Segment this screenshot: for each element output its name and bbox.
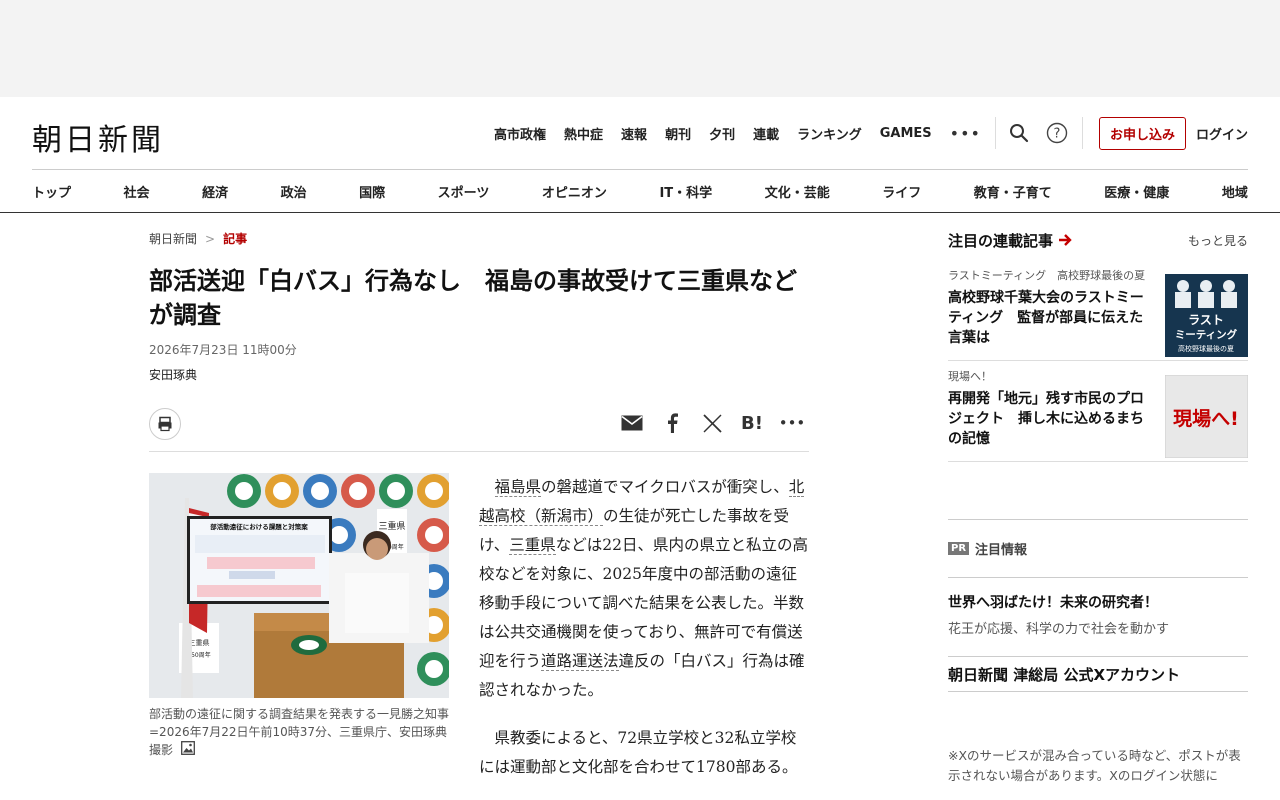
nav-education[interactable]: 教育・子育て bbox=[974, 182, 1052, 201]
rail-item-tag: 現場へ！ bbox=[948, 370, 992, 383]
facebook-icon[interactable] bbox=[661, 412, 683, 434]
x-twitter-icon[interactable] bbox=[701, 412, 723, 434]
util-link-takaichi[interactable]: 高市政権 bbox=[494, 124, 546, 143]
publish-date: 2026年7月23日 11時00分 bbox=[149, 343, 297, 357]
ad-banner-area bbox=[0, 0, 1280, 97]
nav-it-science[interactable]: IT・科学 bbox=[659, 182, 712, 201]
author-byline[interactable]: 安田琢典 bbox=[149, 366, 197, 383]
util-link-morning[interactable]: 朝刊 bbox=[665, 124, 691, 143]
rail-item-tag: ラストミーティング 高校野球最後の夏 bbox=[948, 269, 1146, 282]
util-link-ranking[interactable]: ランキング bbox=[797, 124, 862, 143]
svg-text:部活動遠征における課題と対策案: 部活動遠征における課題と対策案 bbox=[210, 522, 308, 531]
pr-header: PR 注目情報 bbox=[948, 519, 1248, 577]
paragraph-1: 福島県の磐越道でマイクロバスが衝突し、北越高校（新潟市）の生徒が死亡した事故を受… bbox=[479, 478, 808, 699]
util-link-games[interactable]: GAMES bbox=[880, 126, 932, 141]
divider bbox=[994, 117, 996, 149]
share-icons: B! ••• bbox=[603, 412, 806, 434]
rail-item-thumbnail[interactable]: ラスト ミーティング 高校野球最後の夏 bbox=[1165, 274, 1248, 357]
arrow-right-icon bbox=[1059, 234, 1072, 246]
breadcrumb: 朝日新聞 > 記事 bbox=[149, 230, 247, 247]
article-photo[interactable]: 三重県 150周年 三重県 150周年 部活動遠征における課題と対策案 bbox=[149, 473, 449, 698]
svg-text:現場へ!: 現場へ! bbox=[1173, 408, 1239, 430]
breadcrumb-home[interactable]: 朝日新聞 bbox=[149, 230, 197, 247]
pr-block: PR 注目情報 世界へ羽ばたけ！未来の研究者！ 花王が応援、科学の力で社会を動か… bbox=[948, 519, 1248, 786]
nav-economy[interactable]: 経済 bbox=[202, 182, 228, 201]
x-account-heading[interactable]: 朝日新聞 津総局 公式Xアカウント bbox=[948, 656, 1248, 692]
svg-text:?: ? bbox=[1054, 127, 1061, 142]
util-link-breaking[interactable]: 速報 bbox=[621, 124, 647, 143]
pr-item-subtitle: 花王が応援、科学の力で社会を動かす bbox=[948, 622, 1170, 637]
nav-culture[interactable]: 文化・芸能 bbox=[765, 182, 830, 201]
rail-title[interactable]: 注目の連載記事 bbox=[948, 230, 1072, 251]
nav-opinion[interactable]: オピニオン bbox=[542, 182, 607, 201]
nav-society[interactable]: 社会 bbox=[124, 182, 150, 201]
nav-sports[interactable]: スポーツ bbox=[438, 182, 490, 201]
nav-life[interactable]: ライフ bbox=[882, 182, 921, 201]
nav-top[interactable]: トップ bbox=[32, 182, 71, 201]
pr-label: 注目情報 bbox=[975, 543, 1028, 558]
header-divider bbox=[0, 212, 1280, 213]
mail-icon[interactable] bbox=[621, 412, 643, 434]
main-nav: トップ 社会 経済 政治 国際 スポーツ オピニオン IT・科学 文化・芸能 ラ… bbox=[32, 169, 1248, 213]
login-link[interactable]: ログイン bbox=[1196, 124, 1248, 143]
site-header: 朝日新聞 高市政権 熱中症 速報 朝刊 夕刊 連載 ランキング GAMES ••… bbox=[0, 97, 1280, 213]
nav-health[interactable]: 医療・健康 bbox=[1104, 182, 1169, 201]
photo-caption: 部活動の遠征に関する調査結果を発表する一見勝之知事=2026年7月22日午前10… bbox=[149, 705, 449, 760]
breadcrumb-separator: > bbox=[205, 231, 216, 246]
share-toolbar: B! ••• bbox=[149, 404, 809, 452]
keyword-link[interactable]: 福島県 bbox=[494, 478, 542, 497]
svg-text:ラスト: ラスト bbox=[1188, 313, 1224, 327]
x-account-note: ※Xのサービスが混み合っている時など、ポストが表示されない場合があります。Xのロ… bbox=[948, 748, 1241, 783]
article-title: 部活送迎「白バス」行為なし 福島の事故受けて三重県などが調査 bbox=[149, 267, 797, 329]
featured-series-rail: 注目の連載記事 もっと見る ラストミーティング 高校野球最後の夏 高校野球千葉大… bbox=[948, 228, 1249, 462]
subscribe-button[interactable]: お申し込み bbox=[1098, 116, 1186, 150]
rail-header: 注目の連載記事 もっと見る bbox=[948, 228, 1248, 252]
rail-more-link[interactable]: もっと見る bbox=[1188, 232, 1248, 249]
article-body: 福島県の磐越道でマイクロバスが衝突し、北越高校（新潟市）の生徒が死亡した事故を受… bbox=[479, 473, 809, 800]
more-share-icon[interactable]: ••• bbox=[779, 412, 806, 434]
site-logo[interactable]: 朝日新聞 bbox=[32, 115, 164, 159]
util-link-heatstroke[interactable]: 熱中症 bbox=[564, 124, 603, 143]
nav-international[interactable]: 国際 bbox=[359, 182, 385, 201]
keyword-link[interactable]: 三重県 bbox=[509, 536, 556, 555]
pr-badge: PR bbox=[948, 542, 970, 555]
util-link-evening[interactable]: 夕刊 bbox=[709, 124, 735, 143]
svg-text:三重県: 三重県 bbox=[378, 520, 405, 532]
divider bbox=[1081, 117, 1083, 149]
pr-item[interactable]: 世界へ羽ばたけ！未来の研究者！ 花王が応援、科学の力で社会を動かす bbox=[948, 577, 1248, 656]
search-icon[interactable] bbox=[1008, 122, 1030, 144]
gallery-icon[interactable] bbox=[180, 741, 195, 760]
svg-text:高校野球最後の夏: 高校野球最後の夏 bbox=[1178, 344, 1234, 353]
more-menu-icon[interactable]: ••• bbox=[950, 124, 981, 143]
rail-item-thumbnail[interactable]: 現場へ! bbox=[1164, 374, 1249, 459]
help-icon[interactable]: ? bbox=[1046, 122, 1068, 144]
breadcrumb-current: 記事 bbox=[223, 232, 248, 246]
keyword-link[interactable]: 道路運送法 bbox=[541, 652, 619, 671]
nav-politics[interactable]: 政治 bbox=[281, 182, 307, 201]
rail-item-title[interactable]: 再開発「地元」残す市民のプロジェクト 挿し木に込めるまちの記憶 bbox=[948, 389, 1154, 449]
rail-item-title[interactable]: 高校野球千葉大会のラストミーティング 監督が部員に伝えた言葉は bbox=[948, 288, 1154, 348]
util-link-series[interactable]: 連載 bbox=[753, 124, 779, 143]
rail-item[interactable]: 現場へ！ 再開発「地元」残す市民のプロジェクト 挿し木に込めるまちの記憶 現場へ… bbox=[948, 361, 1249, 462]
rail-item[interactable]: ラストミーティング 高校野球最後の夏 高校野球千葉大会のラストミーティング 監督… bbox=[948, 260, 1248, 361]
pr-item-title[interactable]: 世界へ羽ばたけ！未来の研究者！ bbox=[948, 592, 1248, 612]
nav-region[interactable]: 地域 bbox=[1222, 182, 1248, 201]
paragraph-2: 県教委によると、72県立学校と32私立学校には運動部と文化部を合わせて1780部… bbox=[479, 729, 798, 776]
hatena-bookmark-icon[interactable]: B! bbox=[741, 412, 763, 434]
utility-nav: 高市政権 熱中症 速報 朝刊 夕刊 連載 ランキング GAMES ••• ? お… bbox=[476, 116, 1248, 150]
svg-text:ミーティング: ミーティング bbox=[1175, 328, 1238, 341]
print-icon[interactable] bbox=[149, 408, 181, 440]
